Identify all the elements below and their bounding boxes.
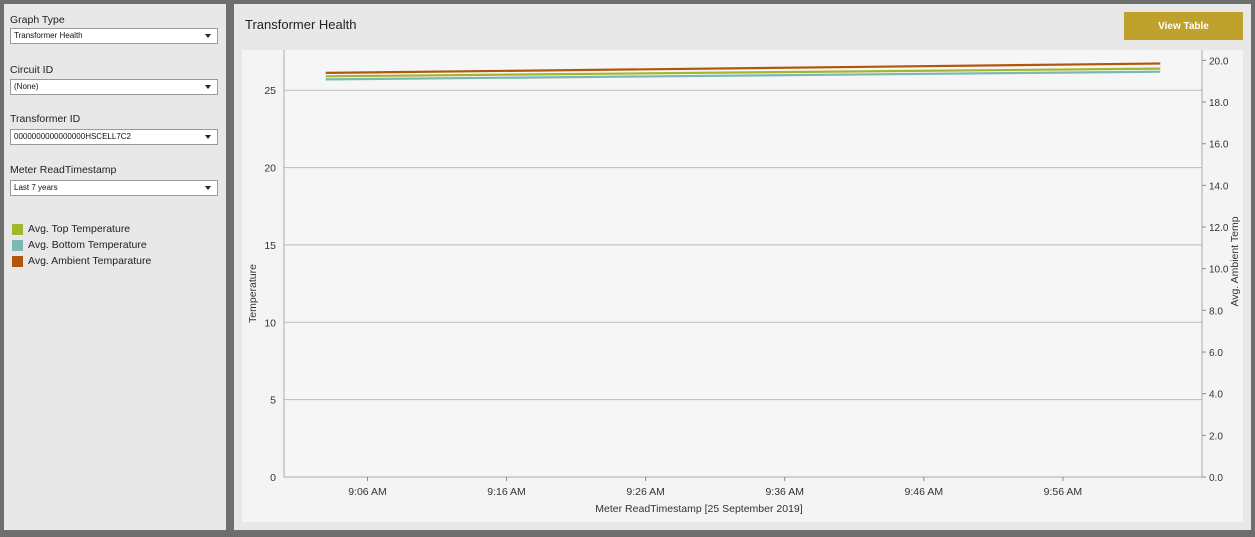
y2-tick-label: 10.0 [1209, 265, 1229, 276]
meter-read-label: Meter ReadTimestamp [10, 164, 117, 176]
transformer-id-value: 0000000000000000HSCELL7C2 [14, 132, 131, 141]
legend-item-ambient-temp[interactable]: Avg. Ambient Temparature [12, 253, 151, 269]
filter-sidebar: Graph Type Transformer Health Circuit ID… [4, 4, 226, 530]
legend-swatch [12, 223, 23, 235]
y-tick-label: 5 [270, 395, 276, 407]
meter-read-value: Last 7 years [14, 183, 58, 192]
x-tick-label: 9:16 AM [487, 486, 526, 498]
chart-legend: Avg. Top Temperature Avg. Bottom Tempera… [12, 221, 151, 269]
y-tick-label: 15 [264, 240, 276, 252]
circuit-id-value: (None) [14, 82, 39, 91]
y-tick-label: 20 [264, 163, 276, 175]
line-chart: 0 5 10 15 20 25 0.0 2.0 4.0 6.0 8.0 10.0 12.0 14.0 16.… [247, 50, 1241, 515]
circuit-id-select[interactable]: (None) [10, 79, 218, 95]
legend-label: Avg. Top Temperature [28, 223, 131, 235]
y-axis-title: Temperature [247, 264, 259, 323]
y2-tick-label: 12.0 [1209, 223, 1229, 234]
y2-tick-label: 20.0 [1209, 56, 1229, 67]
graph-type-label: Graph Type [10, 14, 65, 26]
legend-swatch [12, 239, 23, 251]
chevron-down-icon [205, 85, 211, 89]
chevron-down-icon [205, 135, 211, 139]
x-tick-label: 9:26 AM [626, 486, 665, 498]
plot-background [284, 50, 1202, 477]
y2-tick-label: 8.0 [1209, 306, 1223, 317]
circuit-id-label: Circuit ID [10, 64, 54, 76]
x-tick-label: 9:06 AM [348, 486, 387, 498]
chevron-down-icon [205, 186, 211, 190]
y2-tick-label: 16.0 [1209, 140, 1229, 151]
legend-swatch [12, 255, 23, 267]
legend-label: Avg. Ambient Temparature [28, 255, 152, 267]
legend-label: Avg. Bottom Temperature [28, 239, 147, 251]
y2-tick-label: 4.0 [1209, 390, 1223, 401]
x-tick-label: 9:46 AM [905, 486, 944, 498]
y2-tick-label: 0.0 [1209, 473, 1223, 484]
graph-type-select[interactable]: Transformer Health [10, 28, 218, 44]
y-tick-label: 25 [264, 85, 276, 97]
y2-tick-label: 14.0 [1209, 181, 1229, 192]
y2-tick-label: 2.0 [1209, 431, 1223, 442]
y2-tick-label: 6.0 [1209, 348, 1223, 359]
view-table-button[interactable]: View Table [1124, 12, 1243, 40]
legend-item-bottom-temp[interactable]: Avg. Bottom Temperature [12, 237, 151, 253]
chart-area: 0 5 10 15 20 25 0.0 2.0 4.0 6.0 8.0 10.0 12.0 14.0 16.… [242, 50, 1243, 522]
x-tick-label: 9:36 AM [765, 486, 804, 498]
graph-type-value: Transformer Health [14, 31, 83, 40]
legend-item-top-temp[interactable]: Avg. Top Temperature [12, 221, 151, 237]
y-tick-label: 10 [264, 317, 276, 329]
transformer-id-label: Transformer ID [10, 113, 81, 125]
x-axis-title: Meter ReadTimestamp [25 September 2019] [595, 503, 802, 515]
chevron-down-icon [205, 34, 211, 38]
x-tick-label: 9:56 AM [1044, 486, 1083, 498]
chart-panel: Transformer Health View Table 0 5 10 15 20 25… [234, 4, 1251, 530]
y2-tick-label: 18.0 [1209, 98, 1229, 109]
meter-read-select[interactable]: Last 7 years [10, 180, 218, 196]
transformer-id-select[interactable]: 0000000000000000HSCELL7C2 [10, 129, 218, 145]
page-title: Transformer Health [245, 17, 357, 32]
y-tick-label: 0 [270, 472, 276, 484]
y2-axis-title: Avg. Ambient Temp [1229, 216, 1241, 306]
